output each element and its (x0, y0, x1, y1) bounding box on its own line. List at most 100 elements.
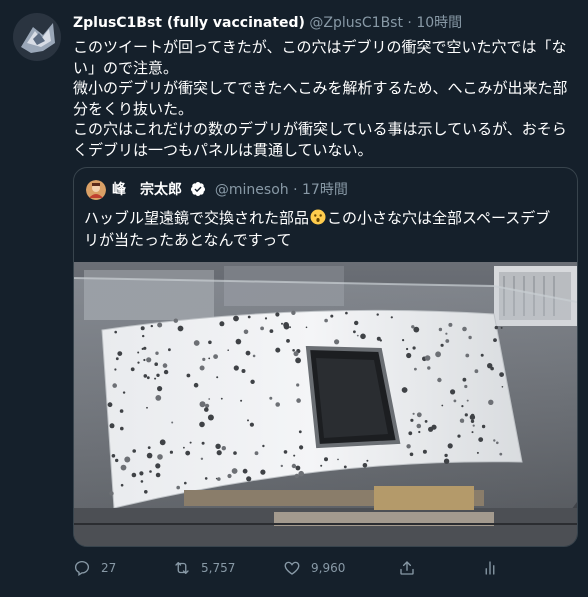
impact-hole (269, 396, 273, 400)
impact-hole (424, 420, 428, 423)
impact-hole (450, 389, 456, 395)
impact-hole (205, 403, 210, 408)
impact-hole (140, 326, 145, 331)
tweet-action-bar: 27 5,757 9,960 (73, 556, 553, 580)
quoted-text-segment: ハッブル望遠鏡で交換された部品 (84, 209, 310, 227)
impact-hole (159, 439, 166, 446)
impact-hole (184, 481, 187, 485)
impact-hole (141, 347, 144, 350)
impact-hole (120, 464, 127, 471)
impact-hole (200, 457, 204, 460)
impact-hole (247, 315, 251, 319)
impact-hole (154, 377, 157, 380)
impact-hole (201, 441, 205, 445)
impact-hole (494, 325, 498, 330)
astonished-face-icon (310, 209, 326, 225)
impact-hole (242, 468, 248, 474)
quoted-author-name[interactable]: 峰 宗太郎 (112, 182, 182, 198)
impact-hole (240, 399, 243, 402)
impact-hole (286, 339, 290, 343)
impact-hole (250, 379, 255, 384)
impact-hole (353, 330, 356, 334)
impact-hole (481, 424, 486, 429)
reply-icon (74, 560, 90, 577)
impact-hole (213, 354, 219, 359)
impact-hole (199, 421, 205, 428)
impact-hole (476, 451, 479, 454)
impact-hole (296, 383, 300, 387)
impact-hole (233, 451, 237, 455)
author-avatar[interactable] (13, 13, 61, 61)
quoted-tweet-text: ハッブル望遠鏡で交換された部品 この小さな穴は全部スペースデブ リが当たったあとな… (84, 207, 564, 251)
analytics-button[interactable] (481, 556, 499, 580)
quoted-text-line: リが当たったあとなんですって (84, 231, 292, 249)
author-name[interactable]: ZplusC1Bst (fully vaccinated) (73, 15, 305, 31)
impact-hole (241, 369, 246, 373)
quoted-tweet-header: 峰 宗太郎 @minesoh · 17時間 (112, 181, 348, 202)
impact-hole (146, 357, 152, 363)
impact-hole (137, 351, 140, 354)
impact-hole (220, 397, 223, 400)
quoted-header-separator: · (293, 182, 298, 198)
impact-hole (204, 477, 208, 480)
impact-hole (438, 327, 443, 332)
quoted-tweet-photo[interactable] (74, 262, 577, 546)
impact-hole (155, 395, 162, 401)
impact-hole (462, 326, 467, 332)
impact-hole (447, 443, 453, 449)
impact-hole (480, 353, 484, 357)
quoted-tweet-timestamp[interactable]: 17時間 (302, 182, 348, 198)
retweet-button[interactable]: 5,757 (173, 556, 235, 580)
impact-hole (416, 412, 422, 418)
like-button[interactable]: 9,960 (283, 556, 345, 580)
impact-hole (472, 424, 475, 427)
analytics-icon (485, 561, 495, 575)
impact-hole (227, 349, 229, 351)
impact-hole (500, 326, 503, 329)
impact-hole (168, 348, 171, 352)
impact-hole (208, 398, 211, 400)
impact-hole (298, 470, 304, 477)
impact-hole (379, 339, 382, 342)
impact-hole (298, 430, 302, 434)
impact-hole (109, 423, 115, 429)
impact-hole (131, 472, 137, 478)
impact-hole (296, 398, 301, 403)
tweet-timestamp[interactable]: 10時間 (416, 15, 462, 31)
impact-hole (493, 439, 496, 442)
impact-hole (412, 346, 416, 350)
impact-hole (435, 351, 441, 358)
impact-hole (413, 326, 420, 333)
like-count: 9,960 (311, 561, 346, 575)
impact-hole (177, 325, 184, 332)
impact-hole (345, 311, 348, 315)
impact-hole (416, 423, 422, 429)
retweet-icon (175, 562, 189, 574)
impact-hole (470, 419, 475, 423)
impact-hole (193, 340, 200, 346)
impact-hole (478, 437, 484, 442)
impact-hole (408, 431, 413, 436)
share-button[interactable] (398, 556, 416, 580)
impact-hole (215, 443, 221, 449)
impact-hole (243, 329, 249, 335)
impact-hole (143, 346, 147, 350)
impact-hole (275, 402, 280, 407)
reply-button[interactable]: 27 (73, 556, 116, 580)
author-handle[interactable]: @ZplusC1Bst (309, 15, 403, 31)
impact-hole (427, 366, 431, 370)
impact-hole (219, 321, 225, 327)
impact-hole (169, 450, 173, 454)
impact-hole (199, 365, 205, 371)
impact-hole (143, 374, 148, 378)
impact-hole (390, 316, 393, 319)
quoted-author-avatar[interactable] (86, 180, 106, 200)
quoted-tweet-card[interactable]: 峰 宗太郎 @minesoh · 17時間 ハッブル望遠鏡で交換された部品 この小… (73, 167, 578, 547)
impact-hole (208, 357, 211, 360)
impact-hole (137, 361, 140, 364)
impact-hole (291, 463, 297, 469)
impact-hole (199, 401, 206, 408)
impact-hole (130, 367, 135, 372)
quoted-author-handle[interactable]: @minesoh (215, 182, 289, 198)
impact-hole (324, 457, 328, 462)
